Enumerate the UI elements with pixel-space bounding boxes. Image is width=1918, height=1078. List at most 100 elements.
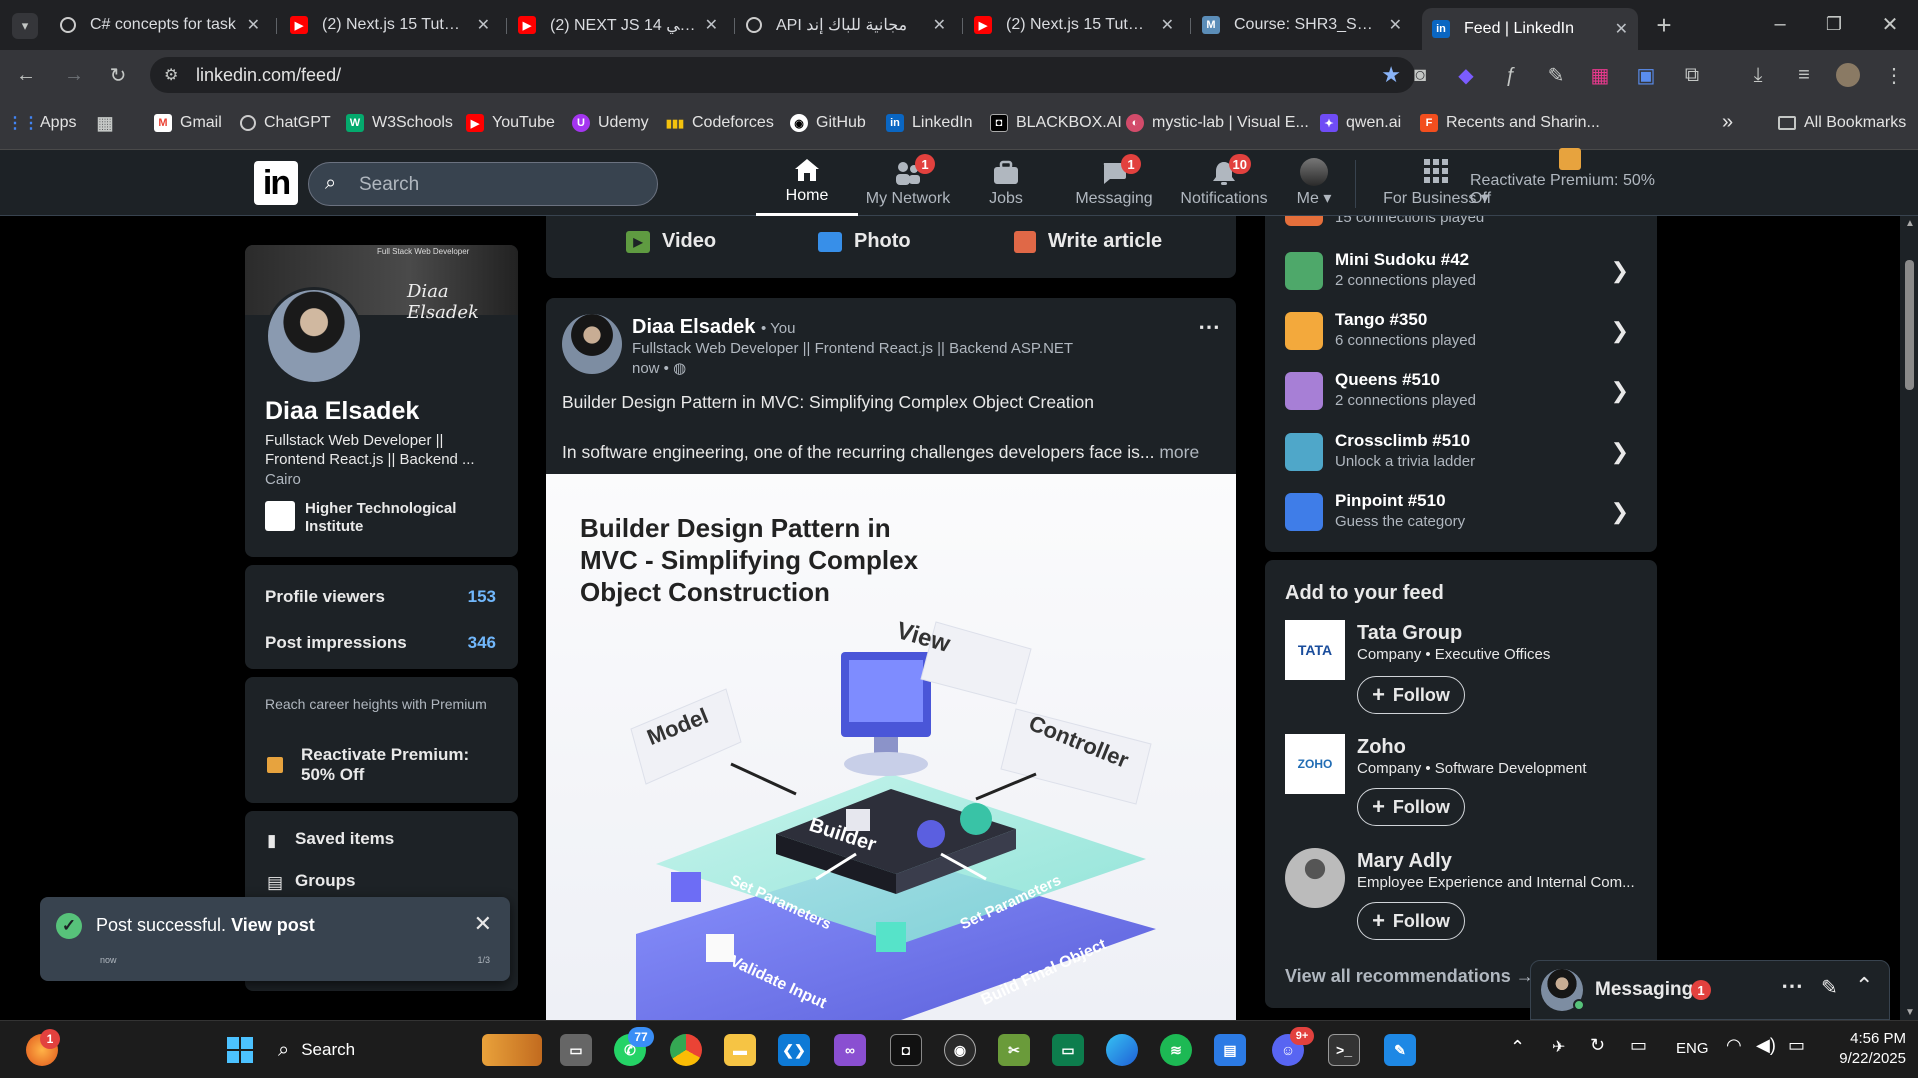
view-post-link[interactable]: View post: [231, 915, 315, 935]
messaging-overlay[interactable]: Messaging 1 ⋯ ✎ ⌃: [1530, 960, 1890, 1020]
stat-label[interactable]: Post impressions: [265, 633, 407, 653]
global-search-input[interactable]: ⌕ Search: [308, 162, 658, 206]
menu-kebab-icon[interactable]: ⋮: [1882, 63, 1906, 87]
post-image[interactable]: Builder Design Pattern in MVC - Simplify…: [546, 474, 1236, 1020]
browser-tab[interactable]: M Course: SHR3_SWD5 ✕: [1192, 8, 1412, 42]
search-highlight-icon[interactable]: [482, 1034, 542, 1066]
windows-start-icon[interactable]: [224, 1034, 256, 1066]
tab-search-icon[interactable]: ▾: [12, 13, 38, 39]
nav-home[interactable]: Home: [756, 150, 858, 216]
task-view-icon[interactable]: ▭: [560, 1034, 592, 1066]
close-icon[interactable]: ✕: [474, 911, 492, 937]
bookmark-gmail[interactable]: M Gmail: [154, 114, 222, 132]
bookmark-qwen[interactable]: ✦ qwen.ai: [1320, 114, 1401, 132]
tab-groups-icon[interactable]: ▦: [96, 113, 122, 133]
follow-button[interactable]: + Follow: [1357, 902, 1465, 940]
write-article-button[interactable]: Write article: [1014, 230, 1162, 253]
chrome-icon[interactable]: [670, 1034, 702, 1066]
author-avatar[interactable]: [562, 314, 622, 374]
paint-icon[interactable]: ✎: [1384, 1034, 1416, 1066]
bookmark-figma[interactable]: F Recents and Sharin...: [1420, 114, 1600, 132]
follow-button[interactable]: + Follow: [1357, 676, 1465, 714]
wifi-icon[interactable]: ◠: [1726, 1035, 1742, 1056]
close-icon[interactable]: ✕: [1615, 19, 1628, 39]
nav-jobs[interactable]: Jobs: [966, 150, 1046, 216]
back-icon[interactable]: ←: [14, 63, 38, 87]
spotify-icon[interactable]: ≋: [1160, 1034, 1192, 1066]
clock[interactable]: 4:56 PM 9/22/2025: [1826, 1029, 1906, 1069]
profile-name[interactable]: Diaa Elsadek: [265, 397, 419, 426]
reload-icon[interactable]: ↻: [106, 63, 130, 87]
new-tab-icon[interactable]: +: [1652, 10, 1676, 40]
sync-icon[interactable]: ↻: [1590, 1035, 1605, 1056]
bookmark-blackbox[interactable]: ◘ BLACKBOX.AI: [990, 114, 1122, 132]
post-more-icon[interactable]: ⋯: [1198, 314, 1220, 340]
bookmark-udemy[interactable]: U Udemy: [572, 114, 649, 132]
restore-icon[interactable]: ❐: [1822, 12, 1846, 36]
close-icon[interactable]: ✕: [477, 15, 490, 35]
bookmark-github[interactable]: ◉ GitHub: [790, 114, 866, 132]
tray-overflow-icon[interactable]: ⌃: [1510, 1037, 1525, 1058]
saved-items-link[interactable]: Saved items: [295, 829, 394, 849]
suggestion-name[interactable]: Zoho: [1357, 736, 1406, 759]
suggestion-name[interactable]: Tata Group: [1357, 622, 1462, 645]
visual-studio-icon[interactable]: ∞: [834, 1034, 866, 1066]
game-item[interactable]: Crossclimb #510 Unlock a trivia ladder ❯: [1265, 419, 1655, 479]
display-icon[interactable]: ▭: [1630, 1035, 1647, 1056]
game-item[interactable]: Pinpoint #510 Guess the category ❯: [1265, 479, 1655, 539]
download-icon[interactable]: ⤓: [1746, 63, 1770, 87]
close-icon[interactable]: ✕: [1161, 15, 1174, 35]
page-scrollbar[interactable]: ▲ ▼: [1900, 216, 1918, 1020]
grid-extension-icon[interactable]: ▦: [1588, 63, 1612, 87]
extension-icon[interactable]: ◆: [1454, 63, 1478, 87]
nav-premium[interactable]: Reactivate Premium: 50% Off: [1470, 148, 1670, 216]
bookmark-w3schools[interactable]: W W3Schools: [346, 114, 453, 132]
compose-icon[interactable]: ✎: [1821, 975, 1838, 1000]
terminal-icon[interactable]: >_: [1328, 1034, 1360, 1066]
window-close-icon[interactable]: ✕: [1878, 12, 1902, 36]
bookmark-youtube[interactable]: ▶ YouTube: [466, 114, 555, 132]
notepad-icon[interactable]: ▤: [1214, 1034, 1246, 1066]
close-icon[interactable]: ✕: [933, 15, 946, 35]
all-bookmarks[interactable]: All Bookmarks: [1778, 114, 1906, 132]
close-icon[interactable]: ✕: [705, 15, 718, 35]
blackbox-app-icon[interactable]: ◘: [890, 1034, 922, 1066]
forward-icon[interactable]: →: [62, 63, 86, 87]
nav-my-network[interactable]: 1 My Network: [858, 150, 958, 216]
profile-avatar-icon[interactable]: [1836, 63, 1860, 87]
browser-tab[interactable]: API مجانية للباك إند ✕: [736, 8, 956, 42]
volume-icon[interactable]: ◀): [1756, 1035, 1776, 1056]
nav-me[interactable]: Me ▾: [1284, 150, 1344, 216]
view-all-recommendations-link[interactable]: View all recommendations →: [1285, 966, 1534, 987]
vscode-icon[interactable]: ❮❯: [778, 1034, 810, 1066]
reactivate-premium-link[interactable]: Reactivate Premium: 50% Off: [301, 745, 501, 785]
camera-extension-icon[interactable]: ◙: [1408, 63, 1432, 87]
window-extension-icon[interactable]: ▣: [1634, 63, 1658, 87]
stat-label[interactable]: Profile viewers: [265, 587, 385, 607]
see-more-link[interactable]: more: [1159, 442, 1199, 462]
chevron-up-icon[interactable]: ⌃: [1855, 973, 1873, 999]
close-icon[interactable]: ✕: [247, 15, 260, 35]
site-info-icon[interactable]: ⚙: [164, 65, 178, 85]
follow-button[interactable]: + Follow: [1357, 788, 1465, 826]
browser-tab-active[interactable]: in Feed | LinkedIn ✕: [1422, 8, 1638, 50]
bookmarks-overflow-icon[interactable]: »: [1722, 111, 1733, 134]
bookmark-mystic-lab[interactable]: ◐ mystic-lab | Visual E...: [1126, 114, 1309, 132]
game-item[interactable]: Mini Sudoku #42 2 connections played ❯: [1265, 238, 1655, 298]
suggestion-name[interactable]: Mary Adly: [1357, 850, 1452, 873]
post-author[interactable]: Diaa Elsadek • You: [632, 316, 795, 339]
eyedropper-extension-icon[interactable]: ✎: [1544, 63, 1568, 87]
minimize-icon[interactable]: –: [1768, 12, 1792, 36]
profile-institute[interactable]: Higher Technological Institute: [305, 500, 485, 536]
browser-tab[interactable]: ▶ (2) Next.js 15 Tutorial ✕: [964, 8, 1184, 42]
photo-button[interactable]: Photo: [818, 230, 911, 253]
bookmark-codeforces[interactable]: ▮▮▮ Codeforces: [666, 114, 774, 132]
browser-tab[interactable]: ▶ (2) Next.js 15 Tutorial ✕: [280, 8, 500, 42]
media-control-icon[interactable]: ≡: [1792, 63, 1816, 87]
video-button[interactable]: ▶ Video: [626, 230, 716, 253]
browser-tab[interactable]: C# concepts for task ✕: [50, 8, 270, 42]
tata-logo[interactable]: TATA: [1285, 620, 1345, 680]
game-item[interactable]: Queens #510 2 connections played ❯: [1265, 358, 1655, 418]
zoho-logo[interactable]: ZOHO: [1285, 734, 1345, 794]
app-tool-icon[interactable]: ✂: [998, 1034, 1030, 1066]
